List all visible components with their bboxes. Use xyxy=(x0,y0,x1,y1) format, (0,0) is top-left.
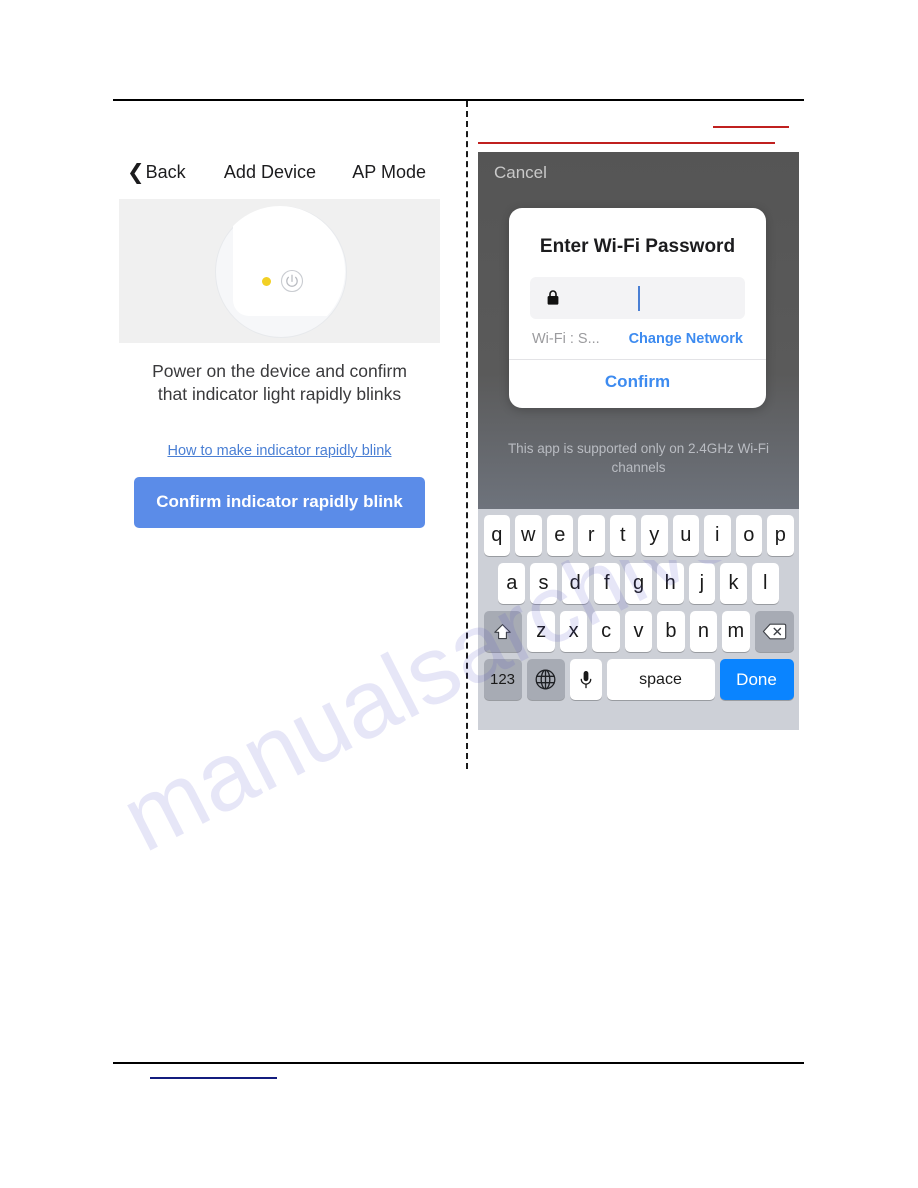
password-input[interactable] xyxy=(530,277,745,319)
key-c[interactable]: c xyxy=(592,611,620,652)
device-body xyxy=(232,206,345,316)
wifi-password-screen: Cancel Enter Wi-Fi Password Wi-Fi : S...… xyxy=(478,152,799,730)
key-k[interactable]: k xyxy=(720,563,747,604)
key-h[interactable]: h xyxy=(656,563,684,604)
page-top-rule xyxy=(113,99,804,101)
keyboard-row-4: 123 space Done xyxy=(478,659,799,700)
device-illustration-panel xyxy=(119,199,440,343)
device-clip xyxy=(215,206,345,336)
chevron-left-icon: ❮ xyxy=(127,161,145,184)
lock-icon xyxy=(546,289,560,307)
keyboard-row-3: z x c v b n m xyxy=(478,611,799,652)
key-x[interactable]: x xyxy=(559,611,588,652)
instruction-line-1: Power on the device and confirm xyxy=(152,361,407,381)
wifi-password-dialog: Enter Wi-Fi Password Wi-Fi : S... Change… xyxy=(509,208,766,408)
keyboard-row-2: a s d f g h j k l xyxy=(478,563,799,604)
key-v[interactable]: v xyxy=(624,611,653,652)
key-o[interactable]: o xyxy=(735,515,762,556)
globe-icon[interactable] xyxy=(526,659,565,700)
key-m[interactable]: m xyxy=(722,611,750,652)
numeric-mode-key[interactable]: 123 xyxy=(483,659,522,700)
redaction-mark-header xyxy=(478,142,775,144)
help-link[interactable]: How to make indicator rapidly blink xyxy=(119,443,440,459)
cancel-button[interactable]: Cancel xyxy=(494,163,547,183)
key-w[interactable]: w xyxy=(515,515,542,556)
confirm-indicator-button[interactable]: Confirm indicator rapidly blink xyxy=(134,476,425,528)
space-key[interactable]: space xyxy=(606,659,715,700)
instruction-line-2: that indicator light rapidly blinks xyxy=(157,384,402,405)
done-key[interactable]: Done xyxy=(719,659,794,700)
key-j[interactable]: j xyxy=(688,563,716,604)
key-r[interactable]: r xyxy=(578,515,605,556)
add-device-screen: ❮ Back Add Device AP Mode Power on the d… xyxy=(119,152,440,528)
key-f[interactable]: f xyxy=(593,563,621,604)
change-network-button[interactable]: Change Network xyxy=(629,331,743,347)
dialog-confirm-button[interactable]: Confirm xyxy=(509,360,766,408)
ssid-label: Wi-Fi : S... xyxy=(532,331,600,347)
ap-mode-button[interactable]: AP Mode xyxy=(352,162,432,183)
key-t[interactable]: t xyxy=(609,515,636,556)
microphone-icon[interactable] xyxy=(569,659,602,700)
indicator-led-icon xyxy=(261,277,271,286)
text-cursor xyxy=(637,286,640,311)
key-b[interactable]: b xyxy=(657,611,685,652)
key-l[interactable]: l xyxy=(751,563,779,604)
power-icon xyxy=(279,268,305,294)
navigation-bar: ❮ Back Add Device AP Mode xyxy=(119,152,440,192)
key-s[interactable]: s xyxy=(530,563,557,604)
key-q[interactable]: q xyxy=(483,515,510,556)
panel-divider xyxy=(466,101,468,769)
virtual-keyboard: q w e r t y u i o p a s d f g h j k l z … xyxy=(478,509,799,730)
keyboard-row-1: q w e r t y u i o p xyxy=(478,515,799,556)
wifi-band-hint: This app is supported only on 2.4GHz Wi-… xyxy=(507,441,770,476)
key-a[interactable]: a xyxy=(498,563,526,604)
dialog-meta-row: Wi-Fi : S... Change Network xyxy=(509,319,766,347)
key-i[interactable]: i xyxy=(704,515,731,556)
back-button[interactable]: ❮ Back xyxy=(127,161,186,183)
key-y[interactable]: y xyxy=(641,515,668,556)
page-bottom-rule xyxy=(113,1062,804,1064)
key-u[interactable]: u xyxy=(672,515,699,556)
key-n[interactable]: n xyxy=(689,611,718,652)
page-title: Add Device xyxy=(223,161,316,182)
key-g[interactable]: g xyxy=(625,563,652,604)
key-p[interactable]: p xyxy=(767,515,794,556)
backspace-icon[interactable] xyxy=(754,611,794,652)
back-button-label: Back xyxy=(145,162,186,182)
footer-link-redaction xyxy=(150,1077,277,1079)
key-z[interactable]: z xyxy=(527,611,555,652)
key-e[interactable]: e xyxy=(546,515,573,556)
dialog-title: Enter Wi-Fi Password xyxy=(539,236,736,257)
instruction-text: Power on the device and confirm that ind… xyxy=(119,360,440,407)
shift-icon[interactable] xyxy=(483,611,523,652)
redaction-mark-top-right xyxy=(713,126,789,128)
key-d[interactable]: d xyxy=(561,563,589,604)
